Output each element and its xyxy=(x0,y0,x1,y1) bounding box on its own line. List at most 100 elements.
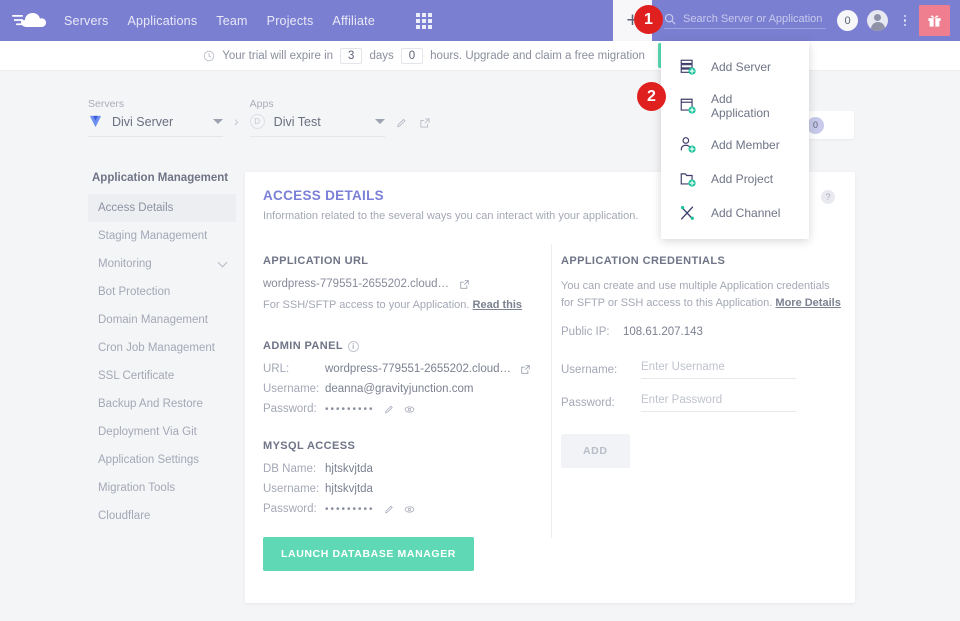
launch-database-manager-button[interactable]: LAUNCH DATABASE MANAGER xyxy=(263,537,474,571)
member-add-icon xyxy=(679,136,697,154)
more-details-link[interactable]: More Details xyxy=(775,297,840,309)
app-initial-icon: D xyxy=(250,114,265,129)
mysql-dbname-value: hjtskvjtda xyxy=(325,463,373,475)
server-selector[interactable]: Divi Server xyxy=(88,114,223,137)
menu-item-add-project[interactable]: Add Project xyxy=(661,162,809,196)
pencil-icon[interactable] xyxy=(396,117,408,129)
sidebar-item-migration-tools[interactable]: Migration Tools xyxy=(88,474,236,502)
admin-url-label: URL: xyxy=(263,363,325,375)
sidebar: Application Management Access Details St… xyxy=(88,172,236,530)
admin-username-label: Username: xyxy=(263,383,325,395)
sidebar-item-cron-job-management[interactable]: Cron Job Management xyxy=(88,334,236,362)
app-page: Servers Applications Team Projects Affil… xyxy=(0,0,960,621)
credentials-username-input[interactable] xyxy=(641,361,796,379)
sidebar-item-backup-and-restore[interactable]: Backup And Restore xyxy=(88,390,236,418)
sidebar-item-bot-protection[interactable]: Bot Protection xyxy=(88,278,236,306)
sidebar-item-cloudflare[interactable]: Cloudflare xyxy=(88,502,236,530)
mysql-password-row: Password: ••••••••• xyxy=(263,503,543,515)
credentials-username-row: Username: xyxy=(561,361,841,379)
menu-item-label: Add Application xyxy=(711,92,791,120)
more-vertical-icon[interactable] xyxy=(898,15,912,27)
sidebar-title: Application Management xyxy=(88,172,236,184)
app-selector[interactable]: D Divi Test xyxy=(250,114,385,137)
sidebar-item-staging-management[interactable]: Staging Management xyxy=(88,222,236,250)
sidebar-item-label: Application Settings xyxy=(98,454,199,466)
sidebar-item-label: Access Details xyxy=(98,202,173,214)
menu-item-add-server[interactable]: Add Server xyxy=(661,50,809,84)
widget-count-badge: 0 xyxy=(807,117,824,134)
mysql-password-label: Password: xyxy=(263,503,325,515)
add-credentials-button[interactable]: ADD xyxy=(561,434,630,468)
mysql-dbname-row: DB Name: hjtskvjtda xyxy=(263,463,543,475)
nav-link-team[interactable]: Team xyxy=(216,14,247,28)
read-this-link[interactable]: Read this xyxy=(473,299,523,311)
user-avatar-icon[interactable] xyxy=(867,10,888,31)
sidebar-item-label: Bot Protection xyxy=(98,286,170,298)
cloudways-logo[interactable] xyxy=(0,10,62,32)
external-link-icon[interactable] xyxy=(419,117,431,129)
mysql-username-value: hjtskvjtda xyxy=(325,483,373,495)
trial-hours-value: 0 xyxy=(401,48,423,64)
sidebar-item-label: SSL Certificate xyxy=(98,370,174,382)
admin-panel-heading: ADMIN PANEL i xyxy=(263,340,543,352)
mysql-access-heading: MYSQL ACCESS xyxy=(263,440,543,452)
breadcrumb-server-group: Servers Divi Server xyxy=(88,98,223,137)
menu-item-add-member[interactable]: Add Member xyxy=(661,128,809,162)
menu-item-label: Add Project xyxy=(711,172,773,186)
help-circle-icon[interactable]: ? xyxy=(821,190,835,204)
credentials-password-input[interactable] xyxy=(641,394,796,412)
admin-username-row: Username: deanna@gravityjunction.com xyxy=(263,383,543,395)
search-box[interactable] xyxy=(664,13,826,29)
gift-icon[interactable] xyxy=(919,5,950,36)
external-link-icon[interactable] xyxy=(459,279,470,290)
breadcrumb-actions xyxy=(396,117,431,129)
mysql-dbname-label: DB Name: xyxy=(263,463,325,475)
apps-grid-icon[interactable] xyxy=(416,13,432,29)
sidebar-item-label: Cloudflare xyxy=(98,510,150,522)
pencil-icon[interactable] xyxy=(384,504,395,515)
breadcrumb-servers-label: Servers xyxy=(88,98,223,110)
admin-url-value: wordpress-779551-2655202.cloud… xyxy=(325,363,511,375)
credentials-password-row: Password: xyxy=(561,394,841,412)
notification-count-badge[interactable]: 0 xyxy=(837,10,858,31)
nav-link-applications[interactable]: Applications xyxy=(127,14,197,28)
sidebar-item-label: Domain Management xyxy=(98,314,208,326)
eye-icon[interactable] xyxy=(404,504,415,515)
sidebar-item-label: Monitoring xyxy=(98,258,152,270)
right-column: APPLICATION CREDENTIALS You can create a… xyxy=(561,255,841,468)
info-icon[interactable]: i xyxy=(348,341,359,352)
search-input[interactable] xyxy=(683,13,823,25)
application-url-heading: APPLICATION URL xyxy=(263,255,543,267)
search-icon xyxy=(664,13,676,25)
menu-item-add-channel[interactable]: Add Channel xyxy=(661,196,809,230)
annotation-marker-1: 1 xyxy=(634,5,663,34)
page-subtitle: Information related to the several ways … xyxy=(263,210,638,222)
credentials-username-label: Username: xyxy=(561,364,641,376)
ssh-note-text: For SSH/SFTP access to your Application. xyxy=(263,299,469,311)
chevron-down-icon xyxy=(213,119,223,124)
sidebar-item-deployment-via-git[interactable]: Deployment Via Git xyxy=(88,418,236,446)
external-link-icon[interactable] xyxy=(520,364,531,375)
pencil-icon[interactable] xyxy=(384,404,395,415)
admin-password-value: ••••••••• xyxy=(325,404,375,415)
nav-link-affiliate[interactable]: Affiliate xyxy=(332,14,375,28)
sidebar-item-label: Cron Job Management xyxy=(98,342,215,354)
sidebar-item-application-settings[interactable]: Application Settings xyxy=(88,446,236,474)
sidebar-item-domain-management[interactable]: Domain Management xyxy=(88,306,236,334)
nav-link-servers[interactable]: Servers xyxy=(64,14,108,28)
public-ip-value: 108.61.207.143 xyxy=(623,326,703,338)
public-ip-row: Public IP: 108.61.207.143 xyxy=(561,326,841,338)
sidebar-item-ssl-certificate[interactable]: SSL Certificate xyxy=(88,362,236,390)
application-credentials-heading: APPLICATION CREDENTIALS xyxy=(561,255,841,267)
annotation-marker-2: 2 xyxy=(637,82,666,111)
breadcrumb: Servers Divi Server › Apps D Divi Test xyxy=(88,98,431,137)
mysql-username-label: Username: xyxy=(263,483,325,495)
sidebar-item-access-details[interactable]: Access Details xyxy=(88,194,236,222)
menu-item-add-application[interactable]: Add Application xyxy=(661,84,809,128)
eye-icon[interactable] xyxy=(404,404,415,415)
column-divider xyxy=(551,244,552,538)
nav-link-projects[interactable]: Projects xyxy=(267,14,314,28)
page-title: ACCESS DETAILS xyxy=(263,188,384,203)
menu-item-label: Add Channel xyxy=(711,206,780,220)
sidebar-item-monitoring[interactable]: Monitoring xyxy=(88,250,236,278)
